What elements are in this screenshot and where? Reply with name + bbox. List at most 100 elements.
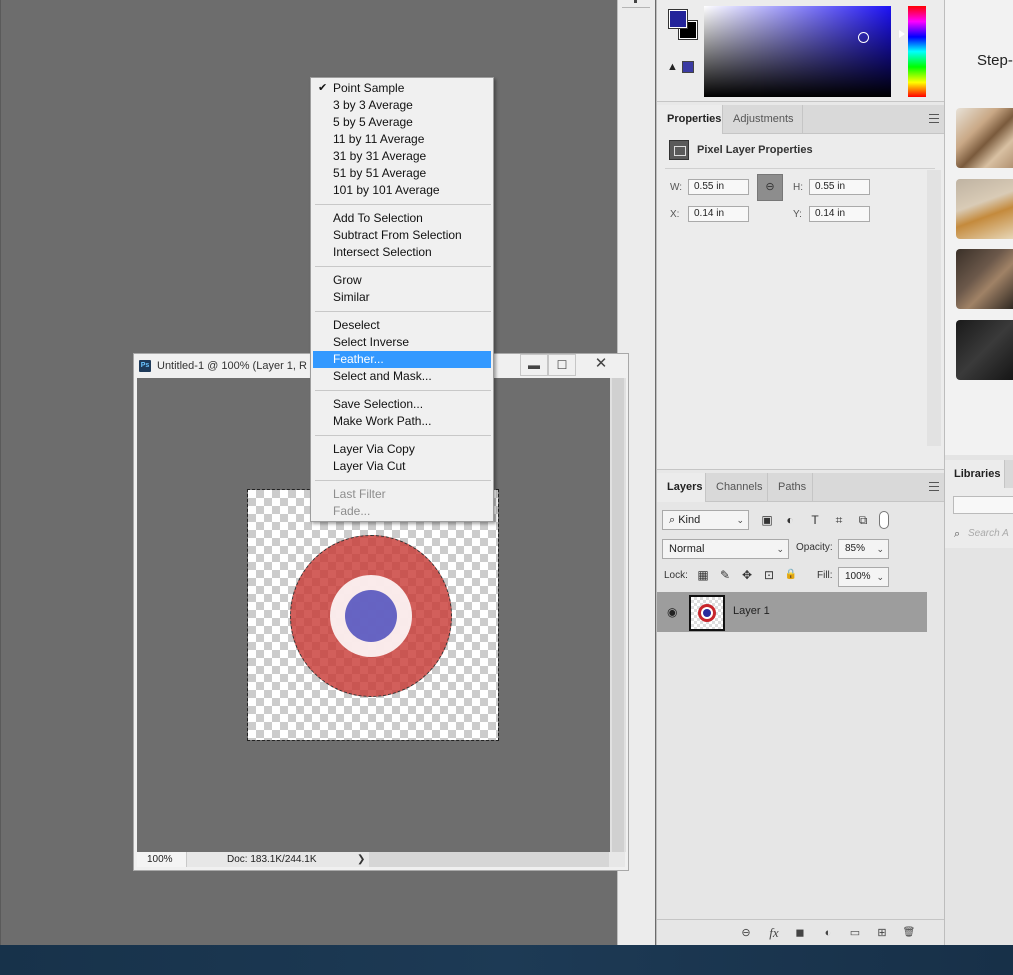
- height-field[interactable]: 0.55 in: [809, 179, 870, 195]
- new-layer-icon[interactable]: ⊞: [875, 926, 889, 940]
- layer-thumbnail[interactable]: [689, 595, 725, 631]
- fx-icon[interactable]: fx: [767, 926, 781, 940]
- learn-panel: Step-by: [945, 0, 1013, 455]
- shape-filter-icon[interactable]: ⌗: [832, 513, 846, 527]
- lock-artboard-icon[interactable]: ⊡: [762, 568, 776, 582]
- target-blue-center: [345, 590, 397, 642]
- panel-menu-icon[interactable]: [929, 114, 939, 123]
- tab-properties[interactable]: Properties: [657, 105, 723, 134]
- x-field[interactable]: 0.14 in: [688, 206, 749, 222]
- menu-item-make-work-path[interactable]: Make Work Path...: [313, 413, 491, 430]
- minimize-button[interactable]: ▬: [520, 354, 548, 376]
- image-canvas[interactable]: [247, 489, 499, 741]
- gamut-warning-icon[interactable]: ▲: [667, 61, 678, 73]
- chevron-down-icon: ⌄: [776, 544, 784, 554]
- zoom-field[interactable]: 100%: [137, 852, 187, 867]
- properties-scrollbar[interactable]: [927, 170, 941, 446]
- foreground-color-swatch[interactable]: [668, 9, 688, 29]
- tab-paths[interactable]: Paths: [768, 473, 813, 502]
- learn-thumbnail-3[interactable]: [956, 249, 1013, 309]
- hue-slider-handle[interactable]: [899, 30, 905, 38]
- lock-position-icon[interactable]: ✥: [740, 568, 754, 582]
- horizontal-scrollbar[interactable]: [369, 852, 609, 867]
- fill-field[interactable]: 100% ⌄: [838, 567, 889, 587]
- trash-icon[interactable]: 🗑: [902, 926, 916, 940]
- library-search-input[interactable]: Search A: [968, 528, 1009, 539]
- gamut-swatch[interactable]: [682, 61, 694, 73]
- layer-name[interactable]: Layer 1: [733, 605, 770, 617]
- color-picker-ring[interactable]: [858, 32, 869, 43]
- menu-separator: [315, 311, 491, 312]
- menu-item-51x51-average[interactable]: 51 by 51 Average: [313, 165, 491, 182]
- filter-kind-select[interactable]: ⌕ Kind ⌄: [662, 510, 749, 530]
- tab-layers[interactable]: Layers: [657, 473, 706, 502]
- menu-separator: [315, 390, 491, 391]
- menu-item-save-selection[interactable]: Save Selection...: [313, 396, 491, 413]
- opacity-field[interactable]: 85% ⌄: [838, 539, 889, 559]
- lock-transparency-icon[interactable]: ▦: [696, 568, 710, 582]
- menu-item-intersect-selection[interactable]: Intersect Selection: [313, 244, 491, 261]
- menu-item-subtract-from-selection[interactable]: Subtract From Selection: [313, 227, 491, 244]
- adjustment-filter-icon[interactable]: ◐: [783, 513, 797, 527]
- menu-separator: [315, 266, 491, 267]
- learn-thumbnail-2[interactable]: [956, 179, 1013, 239]
- status-menu-arrow-icon[interactable]: ❯: [357, 852, 365, 867]
- blend-mode-value: Normal: [669, 543, 705, 555]
- menu-item-3x3-average[interactable]: 3 by 3 Average: [313, 97, 491, 114]
- menu-item-fade: Fade...: [333, 504, 371, 518]
- library-select[interactable]: [953, 496, 1013, 514]
- chevron-down-icon: ⌄: [736, 515, 744, 525]
- menu-item-feather[interactable]: Feather...: [313, 351, 491, 368]
- opacity-label: Opacity:: [796, 542, 833, 553]
- learn-thumbnail-4[interactable]: [956, 320, 1013, 380]
- menu-separator: [315, 435, 491, 436]
- pixel-filter-icon[interactable]: ▣: [760, 513, 774, 527]
- menu-item-layer-via-copy[interactable]: Layer Via Copy: [313, 441, 491, 458]
- learn-thumbnail-1[interactable]: [956, 108, 1013, 168]
- strip-grip[interactable]: [622, 0, 650, 8]
- lock-all-icon[interactable]: 🔒: [784, 568, 798, 582]
- search-icon: ⌕: [954, 528, 961, 540]
- scroll-thumb[interactable]: [612, 378, 624, 852]
- filter-toggle[interactable]: [879, 511, 889, 529]
- group-folder-icon[interactable]: ▭: [848, 926, 862, 940]
- smart-object-filter-icon[interactable]: ⧉: [856, 513, 870, 527]
- menu-item-add-to-selection[interactable]: Add To Selection: [313, 210, 491, 227]
- tab-adjustments[interactable]: Adjustments: [723, 105, 803, 134]
- blend-mode-select[interactable]: Normal ⌄: [662, 539, 789, 559]
- menu-item-11x11-average[interactable]: 11 by 11 Average: [313, 131, 491, 148]
- hue-slider[interactable]: [908, 6, 926, 97]
- type-filter-icon[interactable]: T: [808, 513, 822, 527]
- menu-item-similar[interactable]: Similar: [313, 289, 491, 306]
- lock-image-pixels-icon[interactable]: ✎: [718, 568, 732, 582]
- menu-separator: [315, 480, 491, 481]
- learn-title: Step-by: [977, 52, 1013, 69]
- maximize-button[interactable]: ☐: [548, 354, 576, 376]
- menu-item-5x5-average[interactable]: 5 by 5 Average: [313, 114, 491, 131]
- document-title: Untitled-1 @ 100% (Layer 1, R: [157, 360, 307, 372]
- layer-row[interactable]: ◉ Layer 1: [657, 592, 927, 632]
- tab-libraries[interactable]: Libraries: [945, 460, 1005, 488]
- menu-item-deselect[interactable]: Deselect: [313, 317, 491, 334]
- menu-item-101x101-average[interactable]: 101 by 101 Average: [313, 182, 491, 199]
- menu-item-select-and-mask[interactable]: Select and Mask...: [313, 368, 491, 385]
- link-layers-icon[interactable]: ⊖: [739, 926, 753, 940]
- adjustment-layer-icon[interactable]: ◐: [821, 926, 835, 940]
- menu-item-31x31-average[interactable]: 31 by 31 Average: [313, 148, 491, 165]
- menu-item-point-sample[interactable]: ✔ Point Sample: [313, 80, 491, 97]
- fill-value: 100%: [845, 571, 871, 582]
- tab-channels[interactable]: Channels: [706, 473, 768, 502]
- vertical-scrollbar[interactable]: [610, 378, 626, 852]
- menu-item-layer-via-cut[interactable]: Layer Via Cut: [313, 458, 491, 475]
- color-field[interactable]: [704, 6, 891, 97]
- menu-item-grow[interactable]: Grow: [313, 272, 491, 289]
- add-mask-icon[interactable]: ◼: [793, 926, 807, 940]
- layers-panel: ⌕ Kind ⌄ ▣ ◐ T ⌗ ⧉ Normal ⌄ Opacity: 85% ⌄ …: [657, 502, 945, 945]
- panel-menu-icon[interactable]: [929, 482, 939, 491]
- eye-icon[interactable]: ◉: [667, 605, 677, 619]
- close-button[interactable]: ✕: [576, 354, 626, 376]
- width-field[interactable]: 0.55 in: [688, 179, 749, 195]
- menu-item-select-inverse[interactable]: Select Inverse: [313, 334, 491, 351]
- link-dimensions-icon[interactable]: ⊖: [757, 174, 783, 201]
- y-field[interactable]: 0.14 in: [809, 206, 870, 222]
